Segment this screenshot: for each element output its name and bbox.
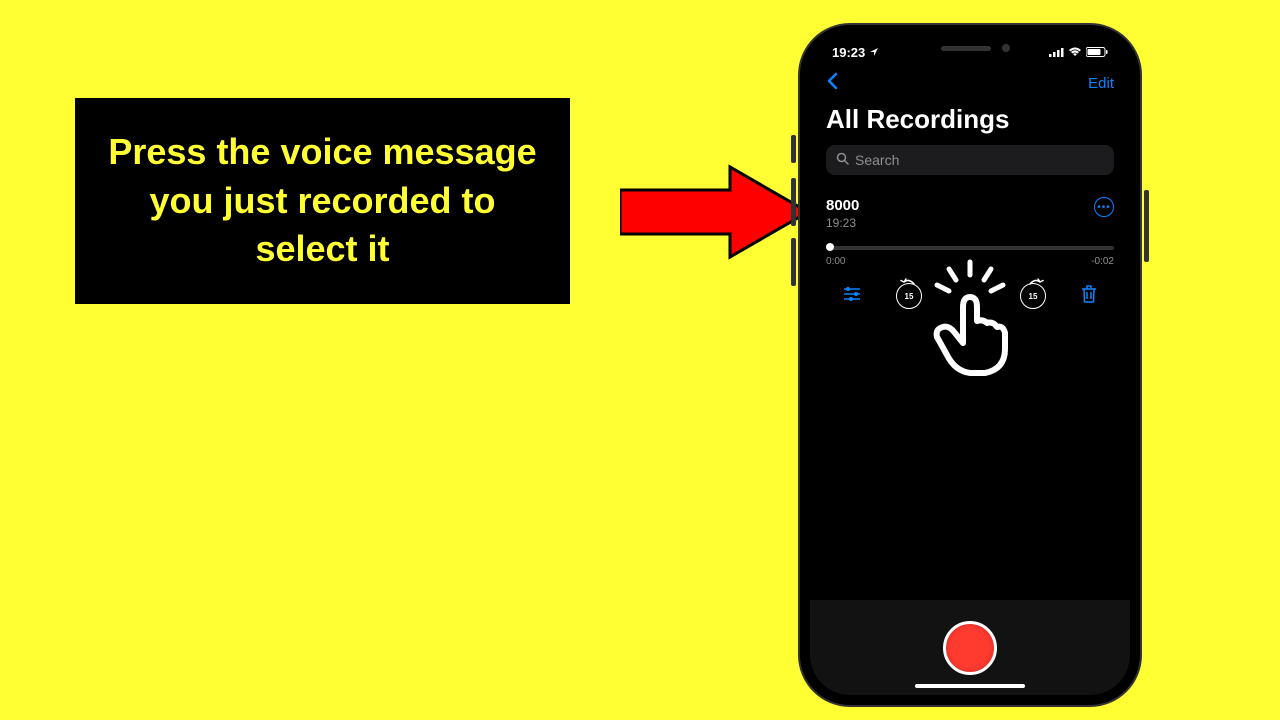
notch-camera xyxy=(1002,44,1010,52)
record-bar xyxy=(810,600,1130,695)
phone-notch xyxy=(895,35,1045,61)
home-indicator[interactable] xyxy=(915,684,1025,688)
instruction-box: Press the voice message you just recorde… xyxy=(75,98,570,304)
more-button[interactable]: ••• xyxy=(1094,197,1114,217)
recording-item[interactable]: 8000 19:23 ••• 0:00 -0:02 15 xyxy=(810,189,1130,329)
location-icon xyxy=(869,45,879,60)
pointer-arrow xyxy=(620,162,810,262)
search-icon xyxy=(836,152,849,168)
skip-back-button[interactable]: 15 xyxy=(896,283,922,309)
edit-button[interactable]: Edit xyxy=(1088,75,1114,92)
wifi-icon xyxy=(1068,45,1082,60)
search-input[interactable]: Search xyxy=(826,145,1114,175)
recording-header: 8000 19:23 ••• xyxy=(826,197,1114,230)
phone-side-button xyxy=(791,135,796,163)
trash-icon[interactable] xyxy=(1080,284,1098,309)
status-left: 19:23 xyxy=(832,45,879,60)
recording-timestamp: 19:23 xyxy=(826,216,859,230)
skip-forward-button[interactable]: 15 xyxy=(1020,283,1046,309)
phone-side-button xyxy=(1144,190,1149,262)
status-right xyxy=(1049,45,1108,60)
back-button[interactable] xyxy=(826,70,838,96)
record-button[interactable] xyxy=(943,621,997,675)
nav-bar: Edit xyxy=(810,60,1130,102)
search-placeholder: Search xyxy=(855,152,899,168)
recording-name: 8000 xyxy=(826,197,859,214)
phone-screen: 19:23 Edit Al xyxy=(810,35,1130,695)
elapsed-time: 0:00 xyxy=(826,256,845,267)
status-time: 19:23 xyxy=(832,45,865,60)
playback-controls: 15 15 xyxy=(826,267,1114,325)
remaining-time: -0:02 xyxy=(1091,256,1114,267)
phone-side-button xyxy=(791,238,796,286)
notch-speaker xyxy=(941,46,991,51)
signal-icon xyxy=(1049,45,1064,60)
page-title: All Recordings xyxy=(810,102,1130,145)
phone-frame: 19:23 Edit Al xyxy=(800,25,1140,705)
phone-side-button xyxy=(791,178,796,226)
battery-icon xyxy=(1086,45,1108,60)
playhead[interactable] xyxy=(826,243,834,251)
options-icon[interactable] xyxy=(842,286,862,307)
timeline-labels: 0:00 -0:02 xyxy=(826,256,1114,267)
playback-timeline[interactable] xyxy=(826,246,1114,250)
instruction-text: Press the voice message you just recorde… xyxy=(97,128,548,274)
